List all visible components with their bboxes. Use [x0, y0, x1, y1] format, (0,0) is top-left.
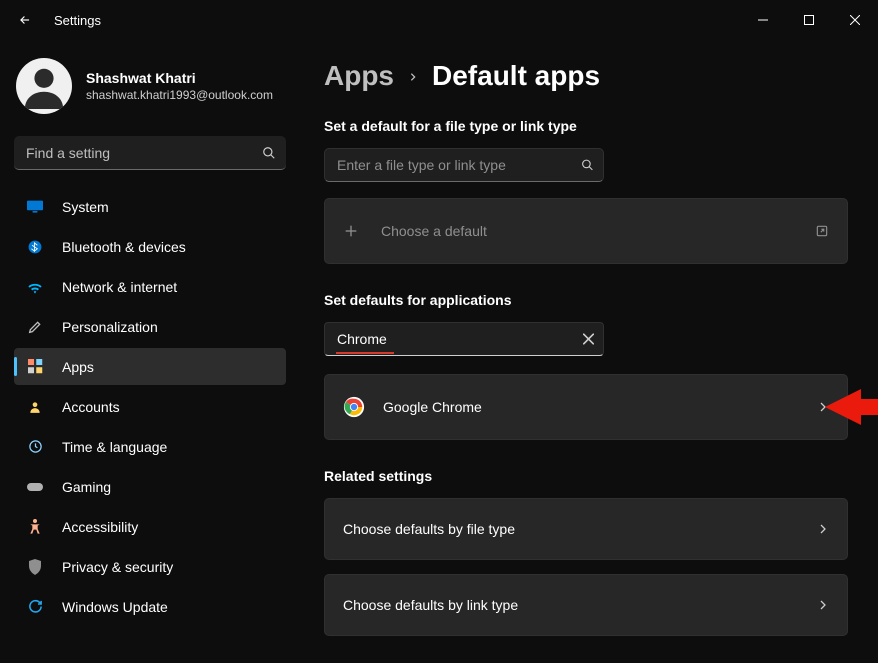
nav-item-bluetooth[interactable]: Bluetooth & devices [14, 228, 286, 265]
breadcrumb-current: Default apps [432, 60, 600, 92]
avatar [16, 58, 72, 114]
nav-item-privacy[interactable]: Privacy & security [14, 548, 286, 585]
update-icon [26, 598, 44, 616]
search-icon [262, 146, 276, 160]
breadcrumb-root[interactable]: Apps [324, 60, 394, 92]
filetype-search[interactable] [324, 148, 604, 182]
nav-item-system[interactable]: System [14, 188, 286, 225]
brush-icon [26, 318, 44, 336]
choose-default-card[interactable]: Choose a default [324, 198, 848, 264]
nav-item-accounts[interactable]: Accounts [14, 388, 286, 425]
nav: System Bluetooth & devices Network & int… [14, 188, 286, 625]
sidebar: Shashwat Khatri shashwat.khatri1993@outl… [0, 40, 300, 663]
nav-item-label: Personalization [62, 319, 158, 335]
link-label: Choose defaults by link type [343, 597, 518, 613]
nav-item-label: Accessibility [62, 519, 138, 535]
sidebar-search[interactable] [14, 136, 286, 170]
maximize-button[interactable] [786, 4, 832, 36]
nav-item-label: System [62, 199, 109, 215]
nav-item-label: Gaming [62, 479, 111, 495]
apps-icon [26, 358, 44, 376]
person-icon [26, 398, 44, 416]
nav-item-accessibility[interactable]: Accessibility [14, 508, 286, 545]
window-title: Settings [54, 13, 101, 28]
open-icon [815, 224, 829, 238]
nav-item-apps[interactable]: Apps [14, 348, 286, 385]
app-search-input[interactable] [324, 322, 604, 356]
close-button[interactable] [832, 4, 878, 36]
related-link-linktype[interactable]: Choose defaults by link type [324, 574, 848, 636]
titlebar: Settings [0, 0, 878, 40]
spellcheck-underline [336, 352, 394, 354]
nav-item-update[interactable]: Windows Update [14, 588, 286, 625]
minimize-button[interactable] [740, 4, 786, 36]
nav-item-label: Accounts [62, 399, 120, 415]
chevron-right-icon [817, 599, 829, 611]
clock-icon [26, 438, 44, 456]
chevron-right-icon [817, 523, 829, 535]
nav-item-label: Apps [62, 359, 94, 375]
chevron-right-icon [817, 401, 829, 413]
annotation-arrow [825, 385, 878, 429]
sidebar-search-input[interactable] [14, 136, 286, 170]
nav-item-time[interactable]: Time & language [14, 428, 286, 465]
nav-item-label: Bluetooth & devices [62, 239, 186, 255]
gaming-icon [26, 478, 44, 496]
nav-item-network[interactable]: Network & internet [14, 268, 286, 305]
display-icon [26, 198, 44, 216]
profile-name: Shashwat Khatri [86, 70, 273, 86]
nav-item-personalization[interactable]: Personalization [14, 308, 286, 345]
nav-item-label: Time & language [62, 439, 167, 455]
link-label: Choose defaults by file type [343, 521, 515, 537]
app-search[interactable] [324, 322, 604, 356]
profile-card[interactable]: Shashwat Khatri shashwat.khatri1993@outl… [14, 48, 286, 128]
back-button[interactable] [18, 13, 32, 27]
section-header-filetype: Set a default for a file type or link ty… [324, 118, 848, 134]
app-result-label: Google Chrome [383, 399, 482, 415]
chevron-right-icon [408, 72, 418, 82]
app-result-card[interactable]: Google Chrome [324, 374, 848, 440]
nav-item-label: Windows Update [62, 599, 168, 615]
chrome-icon [343, 396, 365, 418]
breadcrumb: Apps Default apps [324, 60, 848, 92]
nav-item-label: Network & internet [62, 279, 177, 295]
related-link-filetype[interactable]: Choose defaults by file type [324, 498, 848, 560]
window-controls [740, 4, 878, 36]
main-content: Apps Default apps Set a default for a fi… [300, 40, 878, 663]
choose-default-label: Choose a default [381, 223, 487, 239]
accessibility-icon [26, 518, 44, 536]
shield-icon [26, 558, 44, 576]
bluetooth-icon [26, 238, 44, 256]
filetype-search-input[interactable] [324, 148, 604, 182]
plus-icon [343, 223, 363, 239]
wifi-icon [26, 278, 44, 296]
nav-item-label: Privacy & security [62, 559, 173, 575]
nav-item-gaming[interactable]: Gaming [14, 468, 286, 505]
profile-email: shashwat.khatri1993@outlook.com [86, 88, 273, 102]
profile-text: Shashwat Khatri shashwat.khatri1993@outl… [86, 70, 273, 102]
clear-icon[interactable] [583, 334, 594, 345]
search-icon [581, 159, 594, 172]
section-header-appdefaults: Set defaults for applications [324, 292, 848, 308]
section-header-related: Related settings [324, 468, 848, 484]
